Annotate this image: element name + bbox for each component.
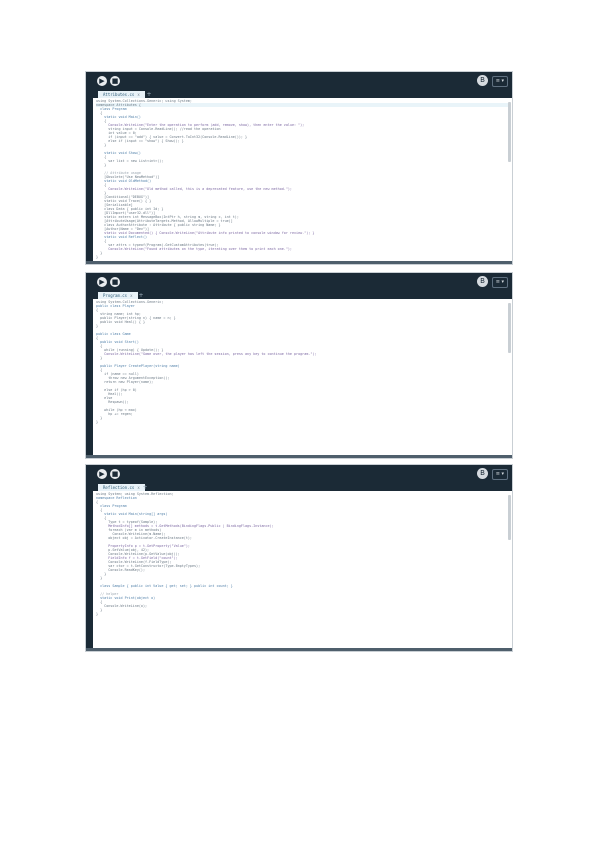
line-number-gutter: [86, 299, 93, 458]
tab-bar: Program.cs x +: [86, 292, 512, 299]
vertical-scrollbar[interactable]: [508, 102, 511, 162]
status-bar: [86, 455, 512, 458]
close-tab-icon[interactable]: x: [130, 293, 132, 298]
code-area[interactable]: using System.Collections.Generic; using …: [93, 98, 512, 264]
line-number-gutter: [86, 98, 93, 264]
run-button[interactable]: ▶: [97, 469, 107, 479]
add-tab-button[interactable]: +: [142, 484, 148, 491]
code-editor-window-1: ▶ ■ B ≡ ▾ Attributes.cs x + using System.…: [86, 72, 512, 264]
tab-file[interactable]: Program.cs x: [98, 292, 138, 299]
run-button[interactable]: ▶: [97, 277, 107, 287]
code-line: }: [96, 420, 99, 424]
add-tab-button[interactable]: +: [146, 91, 152, 98]
tab-bar: Attributes.cs x +: [86, 91, 512, 98]
menu-button[interactable]: ≡ ▾: [491, 277, 508, 288]
code-area[interactable]: using System; using System.Reflection; n…: [93, 491, 512, 651]
tab-label: Program.cs: [103, 293, 128, 298]
status-bar: [86, 261, 512, 264]
code-line: }: [96, 612, 99, 616]
stop-button[interactable]: ■: [110, 277, 120, 287]
avatar[interactable]: B: [477, 468, 488, 479]
close-tab-icon[interactable]: x: [137, 485, 139, 490]
add-tab-button[interactable]: +: [138, 292, 144, 299]
avatar[interactable]: B: [477, 75, 488, 86]
title-bar: ▶ ■ B ≡ ▾: [86, 273, 512, 292]
menu-button[interactable]: ≡ ▾: [491, 469, 508, 480]
avatar[interactable]: B: [477, 276, 488, 287]
stop-button[interactable]: ■: [110, 469, 120, 479]
close-tab-icon[interactable]: x: [137, 92, 139, 97]
tab-file[interactable]: Reflection.cs x: [98, 484, 145, 491]
vertical-scrollbar[interactable]: [508, 495, 511, 540]
title-bar: ▶ ■ B ≡ ▾: [86, 465, 512, 484]
menu-button[interactable]: ≡ ▾: [491, 76, 508, 87]
vertical-scrollbar[interactable]: [508, 303, 511, 353]
stop-button[interactable]: ■: [110, 76, 120, 86]
editor-body: using System; using System.Reflection; n…: [86, 491, 512, 651]
line-number-gutter: [86, 491, 93, 651]
editor-body: using System.Collections.Generic; using …: [86, 98, 512, 264]
tab-label: Reflection.cs: [103, 485, 135, 490]
tab-label: Attributes.cs: [103, 92, 135, 97]
run-button[interactable]: ▶: [97, 76, 107, 86]
tab-file[interactable]: Attributes.cs x: [98, 91, 145, 98]
status-bar: [86, 648, 512, 651]
tab-bar: Reflection.cs x +: [86, 484, 512, 491]
code-editor-window-3: ▶ ■ B ≡ ▾ Reflection.cs x + using System;…: [86, 465, 512, 651]
code-line: }: [96, 255, 99, 259]
code-area[interactable]: using System.Collections.Generic; public…: [93, 299, 512, 458]
title-bar: ▶ ■ B ≡ ▾: [86, 72, 512, 91]
code-editor-window-2: ▶ ■ B ≡ ▾ Program.cs x + using System.Col…: [86, 273, 512, 458]
editor-body: using System.Collections.Generic; public…: [86, 299, 512, 458]
